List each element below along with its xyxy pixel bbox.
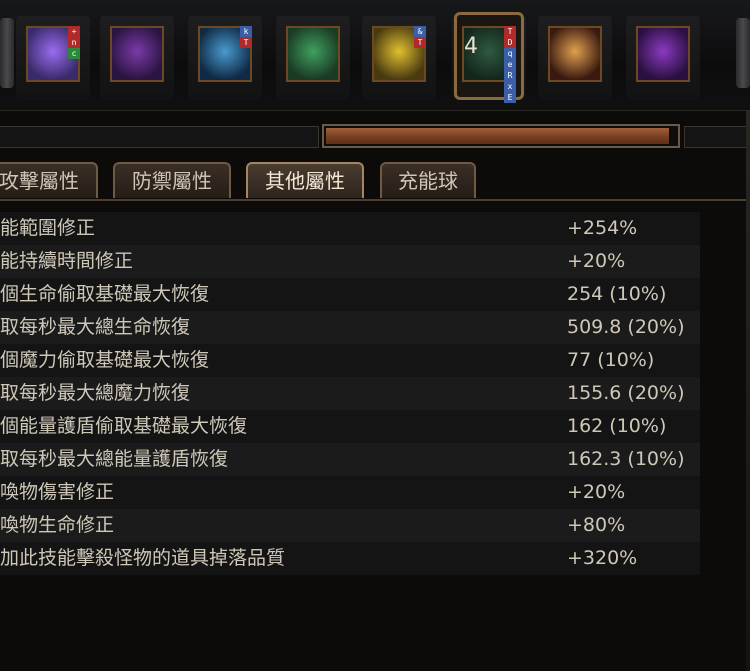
stat-row: 個魔力偷取基礎最大恢復 77 (10%) [0, 344, 750, 377]
support-gem-tag: + [68, 26, 80, 37]
support-gem-tag: c [68, 48, 80, 59]
stat-row: 個生命偷取基礎最大恢復 254 (10%) [0, 278, 750, 311]
skill-slot[interactable]: kT [188, 16, 262, 100]
stat-value: 162 (10%) [567, 415, 667, 437]
support-gem-tag: e [504, 59, 516, 70]
support-gem-tag: T [414, 37, 426, 48]
panel-right-edge [746, 110, 750, 671]
stat-row: 喚物傷害修正 +20% [0, 476, 750, 509]
support-gem-tags: & T [414, 26, 426, 48]
support-gem-tag: n [68, 37, 80, 48]
stat-name: 個魔力偷取基礎最大恢復 [0, 349, 210, 371]
stat-name: 取每秒最大總生命恢復 [0, 316, 191, 338]
progress-bar-right-track [684, 126, 750, 148]
experience-bar [322, 124, 680, 148]
support-gem-tag: & [414, 26, 426, 37]
tab-divider [0, 199, 750, 201]
skill-slot[interactable] [626, 16, 700, 100]
purple-fist-icon [110, 26, 164, 82]
stat-row: 喚物生命修正 +80% [0, 509, 750, 542]
stat-value: 509.8 (20%) [567, 316, 685, 338]
stat-value: 155.6 (20%) [567, 382, 685, 404]
skill-slot[interactable]: 4 TDqeRxE [452, 12, 526, 103]
stat-row: 取每秒最大總生命恢復 509.8 (20%) [0, 311, 750, 344]
stat-value: 254 (10%) [567, 283, 667, 305]
progress-bar-left-track [0, 126, 319, 148]
skill-slot[interactable]: & T [362, 16, 436, 100]
skill-slot[interactable] [538, 16, 612, 100]
stat-value: 77 (10%) [567, 349, 655, 371]
stat-row: 加此技能擊殺怪物的道具掉落品質 +320% [0, 542, 750, 575]
support-gem-tags: + n c [68, 26, 80, 59]
progress-bar-row [0, 124, 750, 150]
skill-slot[interactable]: + n c [16, 16, 90, 100]
left-bar-ornament [0, 18, 14, 88]
stats-list: 能範圍修正 +254% 能持續時間修正 +20% 個生命偷取基礎最大恢復 254 (10%… [0, 212, 750, 671]
stat-value: +20% [567, 250, 626, 272]
support-gem-tag: E [504, 92, 516, 103]
purple-orb-fist-icon [636, 26, 690, 82]
stat-name: 個生命偷取基礎最大恢復 [0, 283, 210, 305]
experience-bar-fill [326, 128, 669, 144]
stat-name: 個能量護盾偷取基礎最大恢復 [0, 415, 248, 437]
support-gem-tags: kT [240, 26, 252, 48]
skill-slot[interactable] [276, 16, 350, 100]
support-gem-tag: x [504, 81, 516, 92]
stat-value: +254% [567, 217, 638, 239]
skill-bar: + n c k T & T 4 T Dq e Rx E [0, 0, 750, 111]
stat-name: 喚物傷害修正 [0, 481, 115, 503]
candles-icon [548, 26, 602, 82]
stat-name: 能持續時間修正 [0, 250, 134, 272]
stat-name: 取每秒最大總能量護盾恢復 [0, 448, 229, 470]
support-gem-tag: k [240, 26, 252, 37]
stat-row: 個能量護盾偷取基礎最大恢復 162 (10%) [0, 410, 750, 443]
stat-name: 加此技能擊殺怪物的道具掉落品質 [0, 547, 286, 569]
stat-row: 取每秒最大總能量護盾恢復 162.3 (10%) [0, 443, 750, 476]
support-gem-tag: R [504, 70, 516, 81]
stat-value: +80% [567, 514, 626, 536]
stat-value: +20% [567, 481, 626, 503]
stat-name: 能範圍修正 [0, 217, 96, 239]
support-gem-tag: T [240, 37, 252, 48]
stat-value: +320% [567, 547, 638, 569]
stat-value: 162.3 (10%) [567, 448, 685, 470]
stat-tabs: 攻擊屬性 防禦屬性 其他屬性 充能球 [0, 160, 750, 200]
skill-slot[interactable] [100, 16, 174, 100]
tab-charges[interactable]: 充能球 [380, 162, 476, 198]
support-gem-tags: TDqeRxE [504, 26, 516, 103]
stat-row: 能範圍修正 +254% [0, 212, 750, 245]
green-totem-icon [286, 26, 340, 82]
support-gem-tag: D [504, 37, 516, 48]
tab-misc[interactable]: 其他屬性 [246, 162, 364, 198]
tab-defense[interactable]: 防禦屬性 [113, 162, 231, 198]
stat-row: 取每秒最大總魔力恢復 155.6 (20%) [0, 377, 750, 410]
stat-row: 能持續時間修正 +20% [0, 245, 750, 278]
skill-level: 4 [464, 34, 478, 59]
support-gem-tag: T [504, 26, 516, 37]
support-gem-tag: q [504, 48, 516, 59]
right-bar-ornament [736, 18, 750, 88]
stat-name: 喚物生命修正 [0, 514, 115, 536]
tab-offense[interactable]: 攻擊屬性 [0, 162, 98, 198]
stat-name: 取每秒最大總魔力恢復 [0, 382, 191, 404]
